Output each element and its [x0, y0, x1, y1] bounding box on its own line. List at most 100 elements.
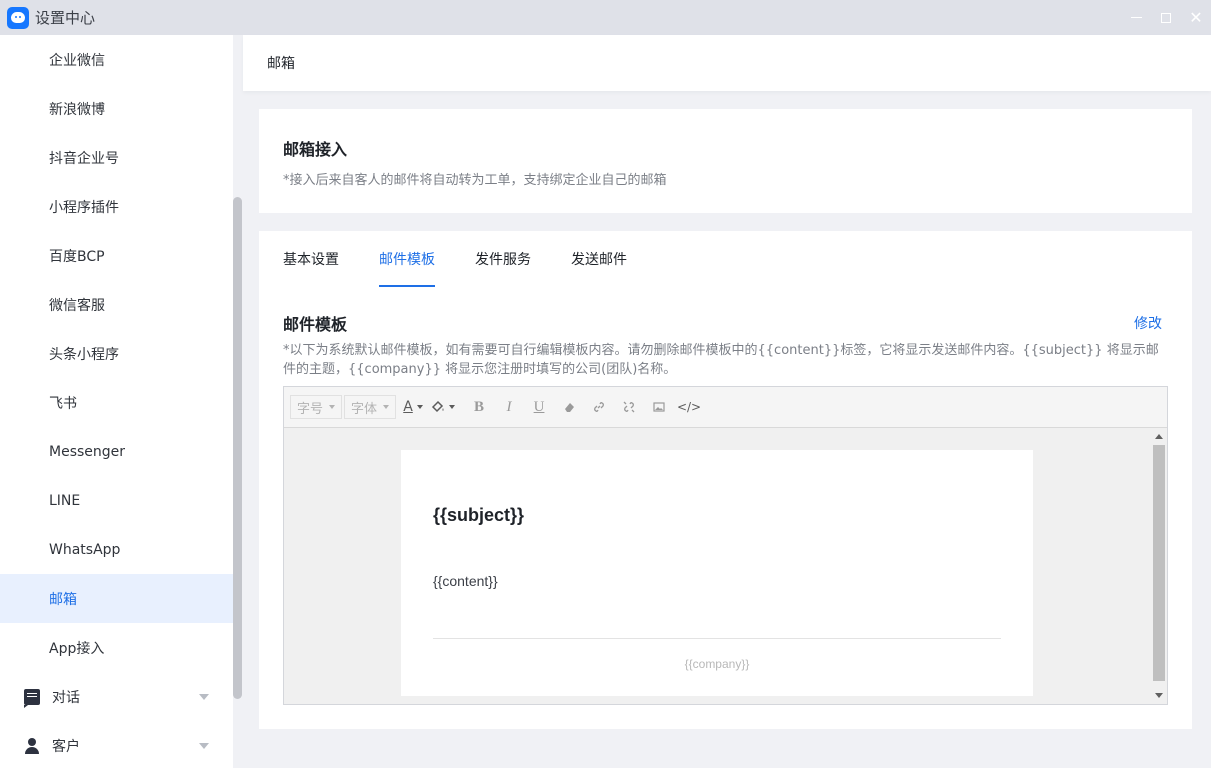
sidebar-item-label: WhatsApp	[49, 541, 121, 558]
font-family-select[interactable]: 字体	[344, 395, 397, 419]
minimize-button[interactable]	[1121, 0, 1151, 35]
font-size-label: 字号	[297, 401, 324, 417]
bg-color-icon	[431, 400, 444, 413]
editor-scrollbar[interactable]	[1151, 428, 1167, 704]
sidebar-item-wework[interactable]: 企业微信	[0, 35, 233, 84]
dropdown-arrow-icon	[329, 405, 336, 409]
bg-color-button[interactable]	[428, 395, 458, 419]
dropdown-arrow-icon	[416, 405, 423, 409]
rich-text-editor: 字号 字体 A B I U </> {{subject}} {{content}…	[283, 386, 1168, 705]
sidebar-item-label: Messenger	[49, 443, 126, 460]
sidebar-item-label: 百度BCP	[49, 248, 105, 265]
app-logo-icon	[7, 6, 29, 29]
sidebar-group-customer[interactable]: 客户	[0, 721, 233, 768]
intro-card: 邮箱接入 *接入后来自客人的邮件将自动转为工单，支持绑定企业自己的邮箱	[259, 109, 1192, 213]
sidebar-item-miniprogram-plugin[interactable]: 小程序插件	[0, 182, 233, 231]
bold-button[interactable]: B	[464, 395, 494, 419]
sidebar-item-messenger[interactable]: Messenger	[0, 427, 233, 476]
page-title: 邮箱	[267, 56, 295, 72]
tabs: 基本设置 邮件模板 发件服务 发送邮件	[283, 231, 667, 287]
code-icon: </>	[676, 400, 702, 414]
sidebar-item-label: 小程序插件	[49, 199, 119, 216]
sidebar-item-app[interactable]: App接入	[0, 623, 233, 672]
email-company-placeholder: {{company}}	[684, 657, 750, 671]
window-title: 设置中心	[35, 9, 96, 27]
sidebar-scrollbar-thumb[interactable]	[233, 197, 242, 699]
sidebar-item-weibo[interactable]: 新浪微博	[0, 84, 233, 133]
code-button[interactable]: </>	[674, 395, 704, 419]
chevron-down-icon	[199, 694, 209, 700]
footer-divider	[433, 638, 1001, 639]
sidebar: 企业微信 新浪微博 抖音企业号 小程序插件 百度BCP 微信客服 头条小程序 飞…	[0, 35, 233, 768]
sidebar-item-label: 邮箱	[49, 591, 77, 608]
editor-toolbar: 字号 字体 A B I U </>	[284, 387, 1167, 428]
close-icon: ✕	[1189, 7, 1203, 27]
email-content-placeholder: {{content}}	[433, 573, 498, 589]
section-description: *以下为系统默认邮件模板，如有需要可自行编辑模板内容。请勿删除邮件模板中的{{c…	[283, 343, 1159, 377]
font-size-select[interactable]: 字号	[290, 395, 343, 419]
italic-icon: I	[506, 398, 512, 415]
email-subject-placeholder: {{subject}}	[433, 505, 525, 525]
sidebar-item-wechat-service[interactable]: 微信客服	[0, 280, 233, 329]
link-button[interactable]	[584, 395, 614, 419]
italic-button[interactable]: I	[494, 395, 524, 419]
settings-card: 基本设置 邮件模板 发件服务 发送邮件 邮件模板 修改 *以下为系统默认邮件模板…	[259, 231, 1192, 729]
sidebar-item-feishu[interactable]: 飞书	[0, 378, 233, 427]
sidebar-item-label: LINE	[49, 492, 81, 509]
edit-link[interactable]: 修改	[1134, 313, 1162, 333]
close-button[interactable]: ✕	[1181, 0, 1211, 35]
chevron-down-icon	[199, 743, 209, 749]
tab-sending-service[interactable]: 发件服务	[475, 231, 531, 287]
dropdown-arrow-icon	[449, 405, 456, 409]
unlink-icon	[623, 401, 635, 413]
sidebar-item-label: App接入	[49, 640, 105, 657]
user-icon	[24, 737, 40, 754]
window-controls: ✕	[1121, 0, 1211, 35]
bold-icon: B	[474, 398, 485, 415]
email-preview[interactable]: {{subject}} {{content}} {{company}}	[401, 450, 1033, 696]
text-color-button[interactable]: A	[398, 395, 428, 419]
image-button[interactable]	[644, 395, 674, 419]
minimize-icon	[1130, 16, 1142, 19]
sidebar-group-label: 对话	[52, 689, 80, 706]
sidebar-item-baidu-bcp[interactable]: 百度BCP	[0, 231, 233, 280]
intro-title: 邮箱接入	[283, 140, 348, 159]
sidebar-item-whatsapp[interactable]: WhatsApp	[0, 525, 233, 574]
sidebar-scrollbar[interactable]	[233, 35, 242, 768]
tab-send-email[interactable]: 发送邮件	[571, 231, 627, 287]
sidebar-item-label: 飞书	[49, 395, 77, 412]
unlink-button[interactable]	[614, 395, 644, 419]
sidebar-item-email[interactable]: 邮箱	[0, 574, 233, 623]
scroll-down-icon[interactable]	[1155, 693, 1163, 698]
tab-basic-settings[interactable]: 基本设置	[283, 231, 339, 287]
clear-format-button[interactable]	[554, 395, 584, 419]
sidebar-item-label: 新浪微博	[49, 101, 105, 118]
sidebar-item-douyin[interactable]: 抖音企业号	[0, 133, 233, 182]
intro-description: *接入后来自客人的邮件将自动转为工单，支持绑定企业自己的邮箱	[283, 173, 667, 188]
tab-email-template[interactable]: 邮件模板	[379, 231, 435, 287]
editor-canvas[interactable]: {{subject}} {{content}} {{company}}	[284, 428, 1167, 704]
eraser-icon	[565, 403, 575, 412]
underline-button[interactable]: U	[524, 395, 554, 419]
sidebar-item-toutiao[interactable]: 头条小程序	[0, 329, 233, 378]
maximize-icon	[1161, 12, 1171, 23]
sidebar-item-label: 企业微信	[49, 52, 105, 69]
sidebar-item-label: 头条小程序	[49, 346, 119, 363]
dropdown-arrow-icon	[383, 405, 390, 409]
link-icon	[594, 402, 605, 412]
page-header: 邮箱	[243, 35, 1211, 91]
editor-scrollbar-thumb[interactable]	[1153, 445, 1165, 681]
sidebar-item-line[interactable]: LINE	[0, 476, 233, 525]
scroll-up-icon[interactable]	[1155, 434, 1163, 439]
chat-icon	[24, 688, 40, 708]
sidebar-group-label: 客户	[52, 738, 80, 755]
section-title: 邮件模板	[283, 315, 348, 334]
image-icon	[653, 402, 665, 412]
sidebar-group-chat[interactable]: 对话	[0, 672, 233, 721]
sidebar-item-label: 抖音企业号	[49, 150, 119, 167]
sidebar-item-label: 微信客服	[49, 297, 105, 314]
text-color-icon: A	[403, 399, 413, 415]
font-family-label: 字体	[351, 401, 378, 417]
maximize-button[interactable]	[1151, 0, 1181, 35]
title-bar: 设置中心 ✕	[0, 0, 1211, 35]
